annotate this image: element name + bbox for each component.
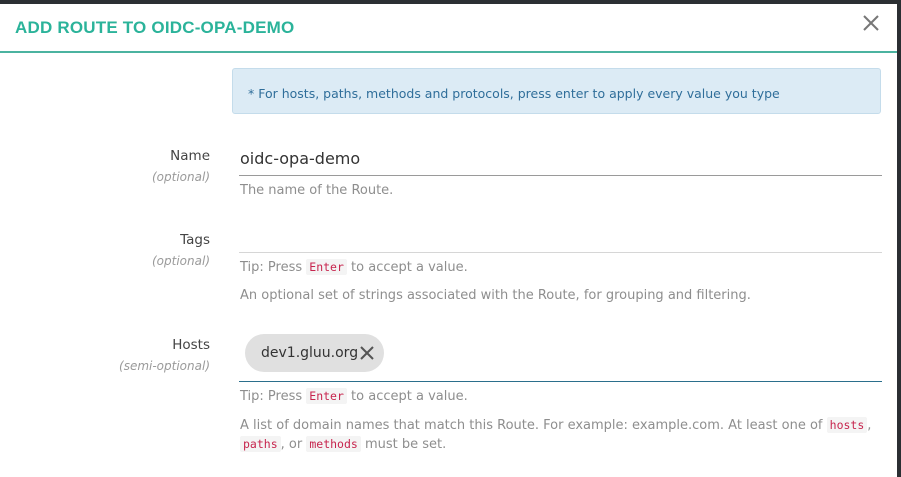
name-help: The name of the Route. <box>240 183 394 198</box>
tags-sublabel: (optional) <box>152 254 210 268</box>
tags-tip-prefix: Tip: Press <box>240 260 303 275</box>
hosts-help-sep-1: , <box>867 418 872 433</box>
hosts-code: hosts <box>826 417 868 433</box>
close-icon[interactable] <box>860 12 882 34</box>
hosts-tip-suffix: to accept a value. <box>351 389 468 404</box>
info-text: * For hosts, paths, methods and protocol… <box>248 86 780 101</box>
paths-code: paths <box>240 436 281 452</box>
tags-tip-suffix: to accept a value. <box>351 260 468 275</box>
tags-input[interactable] <box>239 226 882 253</box>
hosts-tip-prefix: Tip: Press <box>240 389 303 404</box>
chip-remove-icon[interactable] <box>359 345 375 361</box>
name-value: oidc-opa-demo <box>240 149 361 168</box>
info-alert: * For hosts, paths, methods and protocol… <box>232 68 881 114</box>
host-chip-label: dev1.gluu.org <box>261 345 359 361</box>
methods-code: methods <box>306 436 361 452</box>
add-route-modal: ADD ROUTE TO OIDC-OPA-DEMO * For hosts, … <box>0 4 897 477</box>
name-input[interactable]: oidc-opa-demo <box>239 142 882 176</box>
hosts-label: Hosts <box>172 337 210 353</box>
tags-tip-key: Enter <box>306 259 347 275</box>
modal-title: ADD ROUTE TO OIDC-OPA-DEMO <box>15 18 295 37</box>
name-label: Name <box>170 148 210 164</box>
tags-tip: Tip: Press Enter to accept a value. <box>240 259 468 275</box>
hosts-sublabel: (semi-optional) <box>119 359 210 373</box>
name-sublabel: (optional) <box>152 170 210 184</box>
tags-help: An optional set of strings associated wi… <box>240 288 751 303</box>
hosts-help-sep-2: , or <box>280 437 303 452</box>
hosts-help-end: must be set. <box>364 437 447 452</box>
hosts-tip: Tip: Press Enter to accept a value. <box>240 388 468 404</box>
hosts-help-text: A list of domain names that match this R… <box>240 418 823 433</box>
hosts-help: A list of domain names that match this R… <box>240 416 880 454</box>
hosts-tip-key: Enter <box>306 388 347 404</box>
tags-label: Tags <box>180 232 210 248</box>
host-chip: dev1.gluu.org <box>245 334 384 372</box>
modal-header: ADD ROUTE TO OIDC-OPA-DEMO <box>0 4 897 53</box>
